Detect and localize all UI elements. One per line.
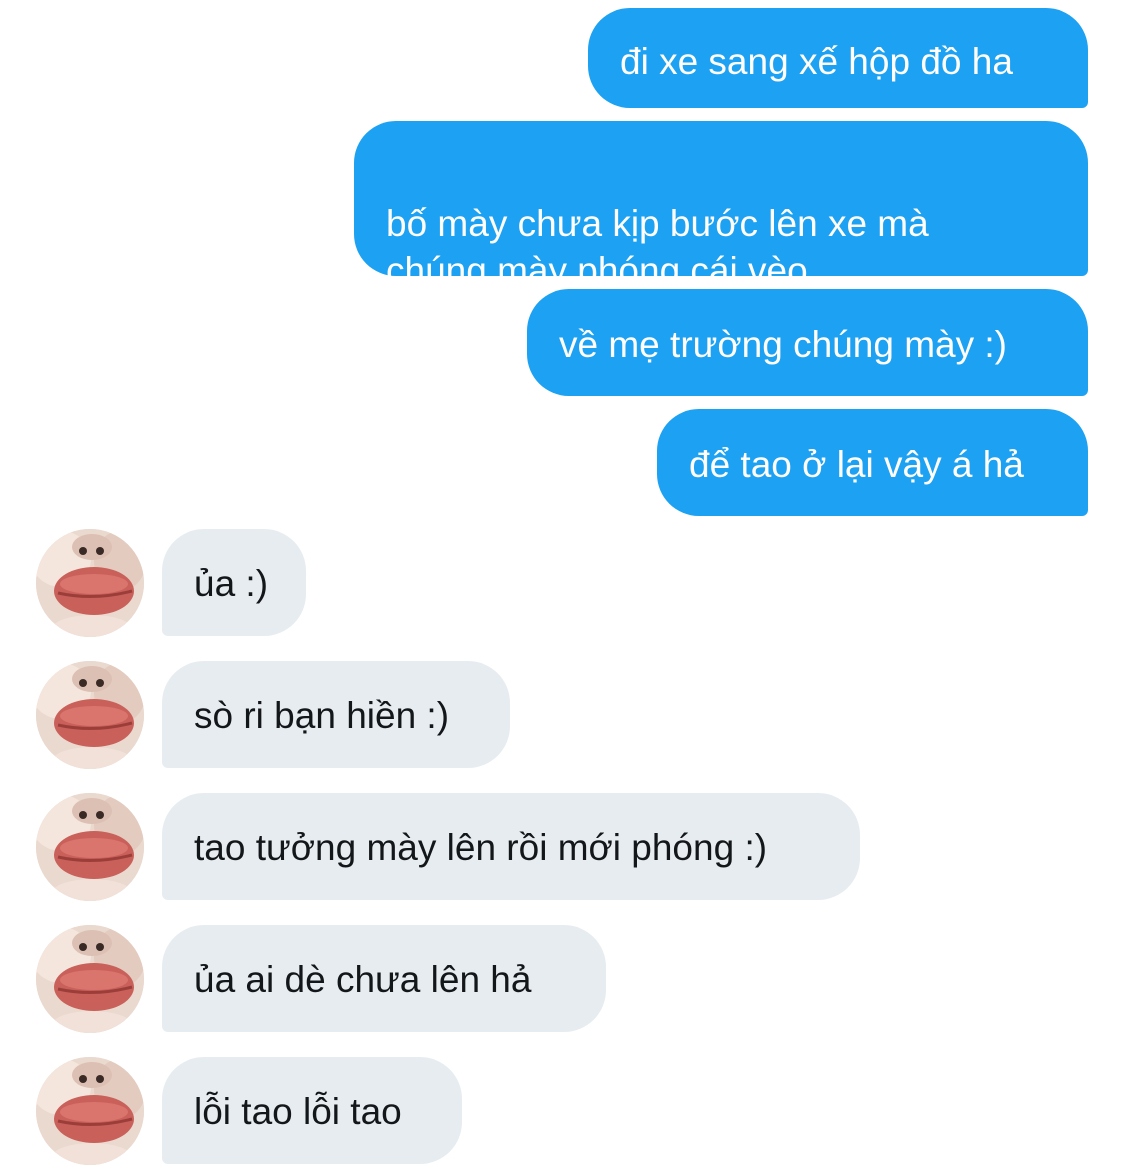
contact-avatar[interactable] — [36, 793, 144, 901]
received-message-text: tao tưởng mày lên rồi mới phóng :) — [194, 827, 768, 868]
received-message-bubble[interactable]: tao tưởng mày lên rồi mới phóng :) — [162, 793, 860, 900]
received-message-text: lỗi tao lỗi tao — [194, 1091, 402, 1132]
received-message-bubble[interactable]: sò ri bạn hiền :) — [162, 661, 510, 768]
sent-message-bubble[interactable]: đi xe sang xế hộp đồ ha — [588, 8, 1088, 108]
received-message-text: sò ri bạn hiền :) — [194, 695, 450, 736]
received-message-text: ủa :) — [194, 563, 269, 604]
sent-message-text: để tao ở lại vậy á hả — [689, 444, 1024, 485]
received-message-bubble[interactable]: ủa :) — [162, 529, 306, 636]
chat-conversation: đi xe sang xế hộp đồ ha bố mày chưa kịp … — [0, 0, 1125, 1176]
contact-avatar[interactable] — [36, 925, 144, 1033]
contact-avatar[interactable] — [36, 529, 144, 637]
sent-message-text: đi xe sang xế hộp đồ ha — [620, 41, 1013, 82]
sent-message-text: bố mày chưa kịp bước lên xe mà chúng mày… — [386, 203, 929, 291]
received-message-text: ủa ai dè chưa lên hả — [194, 959, 532, 1000]
sent-message-bubble[interactable]: để tao ở lại vậy á hả — [657, 409, 1088, 516]
contact-avatar[interactable] — [36, 661, 144, 769]
sent-message-bubble[interactable]: bố mày chưa kịp bước lên xe mà chúng mày… — [354, 121, 1088, 291]
sent-message-bubble[interactable]: về mẹ trường chúng mày :) — [527, 289, 1088, 396]
received-message-bubble[interactable]: ủa ai dè chưa lên hả — [162, 925, 606, 1032]
sent-message-text: về mẹ trường chúng mày :) — [559, 324, 1007, 365]
received-message-bubble[interactable]: lỗi tao lỗi tao — [162, 1057, 462, 1164]
contact-avatar[interactable] — [36, 1057, 144, 1165]
